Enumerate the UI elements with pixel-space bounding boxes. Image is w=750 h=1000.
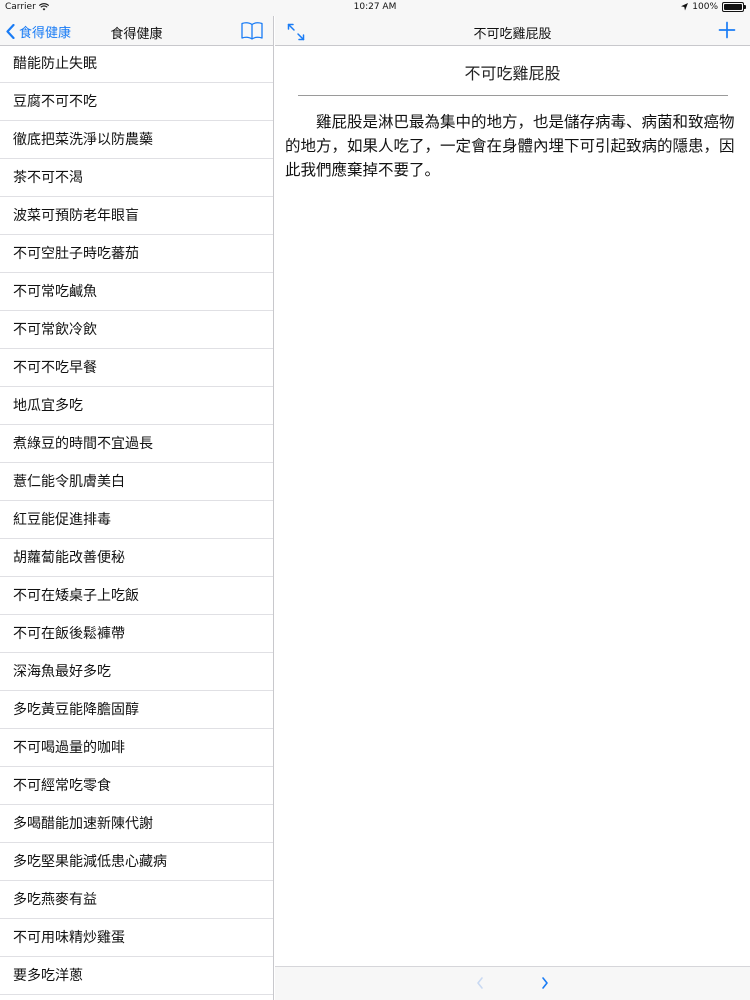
detail-nav-bar: 不可吃雞屁股	[275, 16, 750, 46]
list-item[interactable]: 茶不可不渴	[0, 159, 273, 197]
list-item[interactable]: 不可喝過量的咖啡	[0, 729, 273, 767]
list-item[interactable]: 地瓜宜多吃	[0, 387, 273, 425]
list-item[interactable]: 波菜可預防老年眼盲	[0, 197, 273, 235]
list-item[interactable]: 不可在矮桌子上吃飯	[0, 577, 273, 615]
list-item[interactable]: 多吃堅果能減低患心藏病	[0, 843, 273, 881]
battery-level-fill	[724, 4, 742, 10]
plus-icon[interactable]	[718, 21, 736, 39]
article-list: 醋能防止失眠 豆腐不可不吃 徹底把菜洗淨以防農藥 茶不可不渴 波菜可預防老年眼盲 不可空肚…	[0, 46, 273, 995]
chevron-left-icon	[6, 24, 15, 39]
list-item[interactable]: 不可常吃鹹魚	[0, 273, 273, 311]
master-pane: 食得健康 食得健康 醋能防止失眠 豆腐不可不吃 徹底把菜洗淨以防農藥 茶不可不渴 波菜可…	[0, 16, 274, 1000]
list-item[interactable]: 薏仁能令肌膚美白	[0, 463, 273, 501]
detail-nav-title: 不可吃雞屁股	[473, 27, 552, 42]
list-item[interactable]: 徹底把菜洗淨以防農藥	[0, 121, 273, 159]
article-title: 不可吃雞屁股	[464, 64, 561, 83]
list-item[interactable]: 多吃黃豆能降膽固醇	[0, 691, 273, 729]
list-item[interactable]: 要多吃洋蔥	[0, 957, 273, 995]
list-item[interactable]: 豆腐不可不吃	[0, 83, 273, 121]
list-item[interactable]: 不可在飯後鬆褲帶	[0, 615, 273, 653]
previous-page-icon[interactable]	[475, 976, 485, 990]
list-item[interactable]: 不可常飲冷飲	[0, 311, 273, 349]
status-right-group: 100%	[681, 2, 746, 12]
list-item[interactable]: 胡蘿蔔能改善便秘	[0, 539, 273, 577]
list-item[interactable]: 紅豆能促進排毒	[0, 501, 273, 539]
detail-pane: 不可吃雞屁股 不可吃雞屁股 雞屁股是淋巴最為集中的地方，也是儲存病毒、病菌和致癌…	[275, 16, 750, 1000]
back-button-label: 食得健康	[19, 26, 72, 41]
detail-toolbar	[275, 966, 750, 1000]
list-item[interactable]: 煮綠豆的時間不宜過長	[0, 425, 273, 463]
status-time: 10:27 AM	[353, 2, 397, 12]
list-item[interactable]: 醋能防止失眠	[0, 46, 273, 83]
book-icon[interactable]	[241, 21, 263, 40]
list-item[interactable]: 不可空肚子時吃蕃茄	[0, 235, 273, 273]
master-nav-bar: 食得健康 食得健康	[0, 16, 273, 46]
article-body: 雞屁股是淋巴最為集中的地方，也是儲存病毒、病菌和致癌物的地方，如果人吃了，一定會…	[285, 113, 735, 179]
battery-percent: 100%	[692, 2, 718, 12]
list-item[interactable]: 深海魚最好多吃	[0, 653, 273, 691]
status-bar: Carrier 10:27 AM 100%	[0, 0, 750, 16]
title-divider	[297, 95, 728, 96]
list-item[interactable]: 不可不吃早餐	[0, 349, 273, 387]
next-page-icon[interactable]	[540, 976, 550, 990]
battery-icon	[722, 2, 746, 12]
list-item[interactable]: 多吃燕麥有益	[0, 881, 273, 919]
location-arrow-icon	[681, 3, 689, 11]
list-item[interactable]: 不可用味精炒雞蛋	[0, 919, 273, 957]
list-item[interactable]: 不可經常吃零食	[0, 767, 273, 805]
back-button[interactable]: 食得健康	[6, 22, 71, 41]
list-item[interactable]: 多喝醋能加速新陳代謝	[0, 805, 273, 843]
